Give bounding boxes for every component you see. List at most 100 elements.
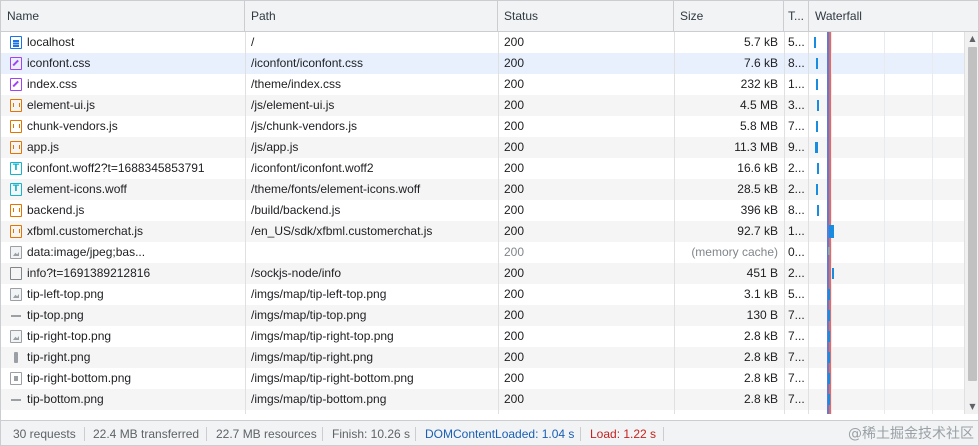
request-status: 200 bbox=[504, 203, 525, 217]
status-divider bbox=[580, 427, 581, 441]
request-name: element-ui.js bbox=[27, 98, 96, 112]
request-size: 2.8 kB bbox=[674, 410, 784, 414]
request-status: 200 bbox=[504, 56, 525, 70]
column-header-name[interactable]: Name bbox=[1, 1, 245, 32]
scrollbar-thumb[interactable] bbox=[968, 47, 977, 381]
request-name: xfbml.customerchat.js bbox=[27, 224, 144, 238]
request-status: 200 bbox=[504, 35, 525, 49]
request-time: 1... bbox=[788, 77, 805, 91]
network-panel: Name Path Status Size T... Waterfall loc… bbox=[0, 0, 979, 446]
request-path: /theme/fonts/element-icons.woff bbox=[251, 182, 421, 196]
waterfall-bar bbox=[828, 289, 830, 300]
request-size: 130 B bbox=[746, 308, 778, 322]
request-size: 232 kB bbox=[740, 77, 778, 91]
request-size: 16.6 kB bbox=[737, 161, 778, 175]
request-size: 5.8 MB bbox=[739, 119, 778, 133]
waterfall-chart bbox=[809, 32, 964, 414]
request-path: /js/chunk-vendors.js bbox=[251, 119, 358, 133]
request-size: 92.7 kB bbox=[737, 224, 778, 238]
status-divider bbox=[84, 427, 85, 441]
request-status: 200 bbox=[504, 182, 525, 196]
request-time: 8... bbox=[788, 56, 805, 70]
request-status: 200 bbox=[504, 287, 525, 301]
request-time: 8... bbox=[788, 203, 805, 217]
waterfall-bar bbox=[828, 394, 830, 405]
scroll-up-arrow-icon[interactable]: ▲ bbox=[965, 32, 978, 46]
waterfall-bar bbox=[816, 184, 818, 195]
request-path: /iconfont/iconfont.woff2 bbox=[251, 161, 374, 175]
watermark: @稀土掘金技术社区 bbox=[848, 426, 974, 442]
waterfall-bar bbox=[817, 205, 819, 216]
request-time: 2... bbox=[788, 182, 805, 196]
column-header-time[interactable]: T... bbox=[784, 1, 809, 32]
column-header-status[interactable]: Status bbox=[498, 1, 674, 32]
column-header-path[interactable]: Path bbox=[245, 1, 498, 32]
request-time: 0... bbox=[788, 245, 805, 259]
request-status: 200 bbox=[498, 410, 674, 414]
request-path: /iconfont/iconfont.css bbox=[251, 56, 364, 70]
status-bar: 30 requests 22.4 MB transferred 22.7 MB … bbox=[1, 420, 978, 445]
waterfall-bar bbox=[828, 331, 830, 342]
request-name: tip-right-bottom.png bbox=[27, 371, 132, 385]
scroll-down-arrow-icon[interactable]: ▼ bbox=[965, 400, 978, 414]
column-header-size[interactable]: Size bbox=[674, 1, 784, 32]
waterfall-gridline bbox=[831, 32, 832, 414]
column-divider bbox=[674, 32, 675, 414]
request-status: 200 bbox=[504, 77, 525, 91]
domcontentloaded-time: DOMContentLoaded: 1.04 s bbox=[425, 427, 575, 441]
request-path: /imgs/map/tip-right-top.png bbox=[251, 329, 394, 343]
request-size: 28.5 kB bbox=[737, 182, 778, 196]
request-status: 200 bbox=[504, 119, 525, 133]
request-size: 7.6 kB bbox=[743, 56, 778, 70]
request-name: app.js bbox=[27, 140, 60, 154]
request-status: 200 bbox=[504, 224, 525, 238]
request-size: 4.5 MB bbox=[739, 98, 778, 112]
vertical-scrollbar[interactable]: ▲ ▼ bbox=[964, 32, 978, 414]
request-time: 9... bbox=[788, 140, 805, 154]
column-header-waterfall[interactable]: Waterfall bbox=[809, 1, 978, 32]
request-status: 200 bbox=[504, 98, 525, 112]
request-time: 7... bbox=[788, 371, 805, 385]
request-path: /imgs/map/tip-right.png bbox=[251, 350, 374, 364]
request-name: index.css bbox=[27, 77, 78, 91]
request-status: 200 bbox=[504, 308, 525, 322]
request-path: /js/app.js bbox=[251, 140, 299, 154]
waterfall-bar bbox=[828, 247, 830, 255]
request-path: /imgs/map/tip-left-bottom.png bbox=[245, 410, 498, 414]
request-name: tip-right.png bbox=[27, 350, 91, 364]
waterfall-bar bbox=[829, 225, 834, 238]
status-divider bbox=[663, 427, 664, 441]
waterfall-gridline bbox=[884, 32, 885, 414]
request-path: /imgs/map/tip-left-top.png bbox=[251, 287, 387, 301]
request-time: 1... bbox=[788, 224, 805, 238]
request-name: tip-top.png bbox=[27, 308, 84, 322]
request-status: 200 bbox=[504, 371, 525, 385]
request-size: 5.7 kB bbox=[743, 35, 778, 49]
request-name: data:image/jpeg;bas... bbox=[27, 245, 146, 259]
request-name: tip-left-top.png bbox=[27, 287, 104, 301]
request-status: 200 bbox=[504, 140, 525, 154]
request-path bbox=[245, 242, 498, 263]
waterfall-bar bbox=[828, 373, 830, 384]
request-path: /theme/index.css bbox=[251, 77, 342, 91]
request-path: / bbox=[251, 35, 255, 49]
request-name: localhost bbox=[27, 35, 75, 49]
waterfall-bar bbox=[832, 268, 834, 279]
request-size: (memory cache) bbox=[691, 245, 778, 259]
waterfall-bar bbox=[828, 310, 830, 321]
request-path: /imgs/map/tip-top.png bbox=[251, 308, 367, 322]
request-status: 200 bbox=[504, 245, 525, 259]
request-size: 11.3 MB bbox=[734, 140, 778, 154]
request-time: 2... bbox=[788, 266, 805, 280]
request-size: 3.1 kB bbox=[743, 287, 778, 301]
request-time: 2... bbox=[788, 161, 805, 175]
request-name: tip-right-top.png bbox=[27, 329, 112, 343]
request-status: 200 bbox=[504, 266, 525, 280]
request-name: backend.js bbox=[27, 203, 85, 217]
request-size: 2.8 kB bbox=[743, 350, 778, 364]
request-status: 200 bbox=[504, 350, 525, 364]
request-name: tip-bottom.png bbox=[27, 392, 104, 406]
status-divider bbox=[415, 427, 416, 441]
waterfall-bar bbox=[828, 352, 830, 363]
column-divider bbox=[498, 32, 499, 414]
